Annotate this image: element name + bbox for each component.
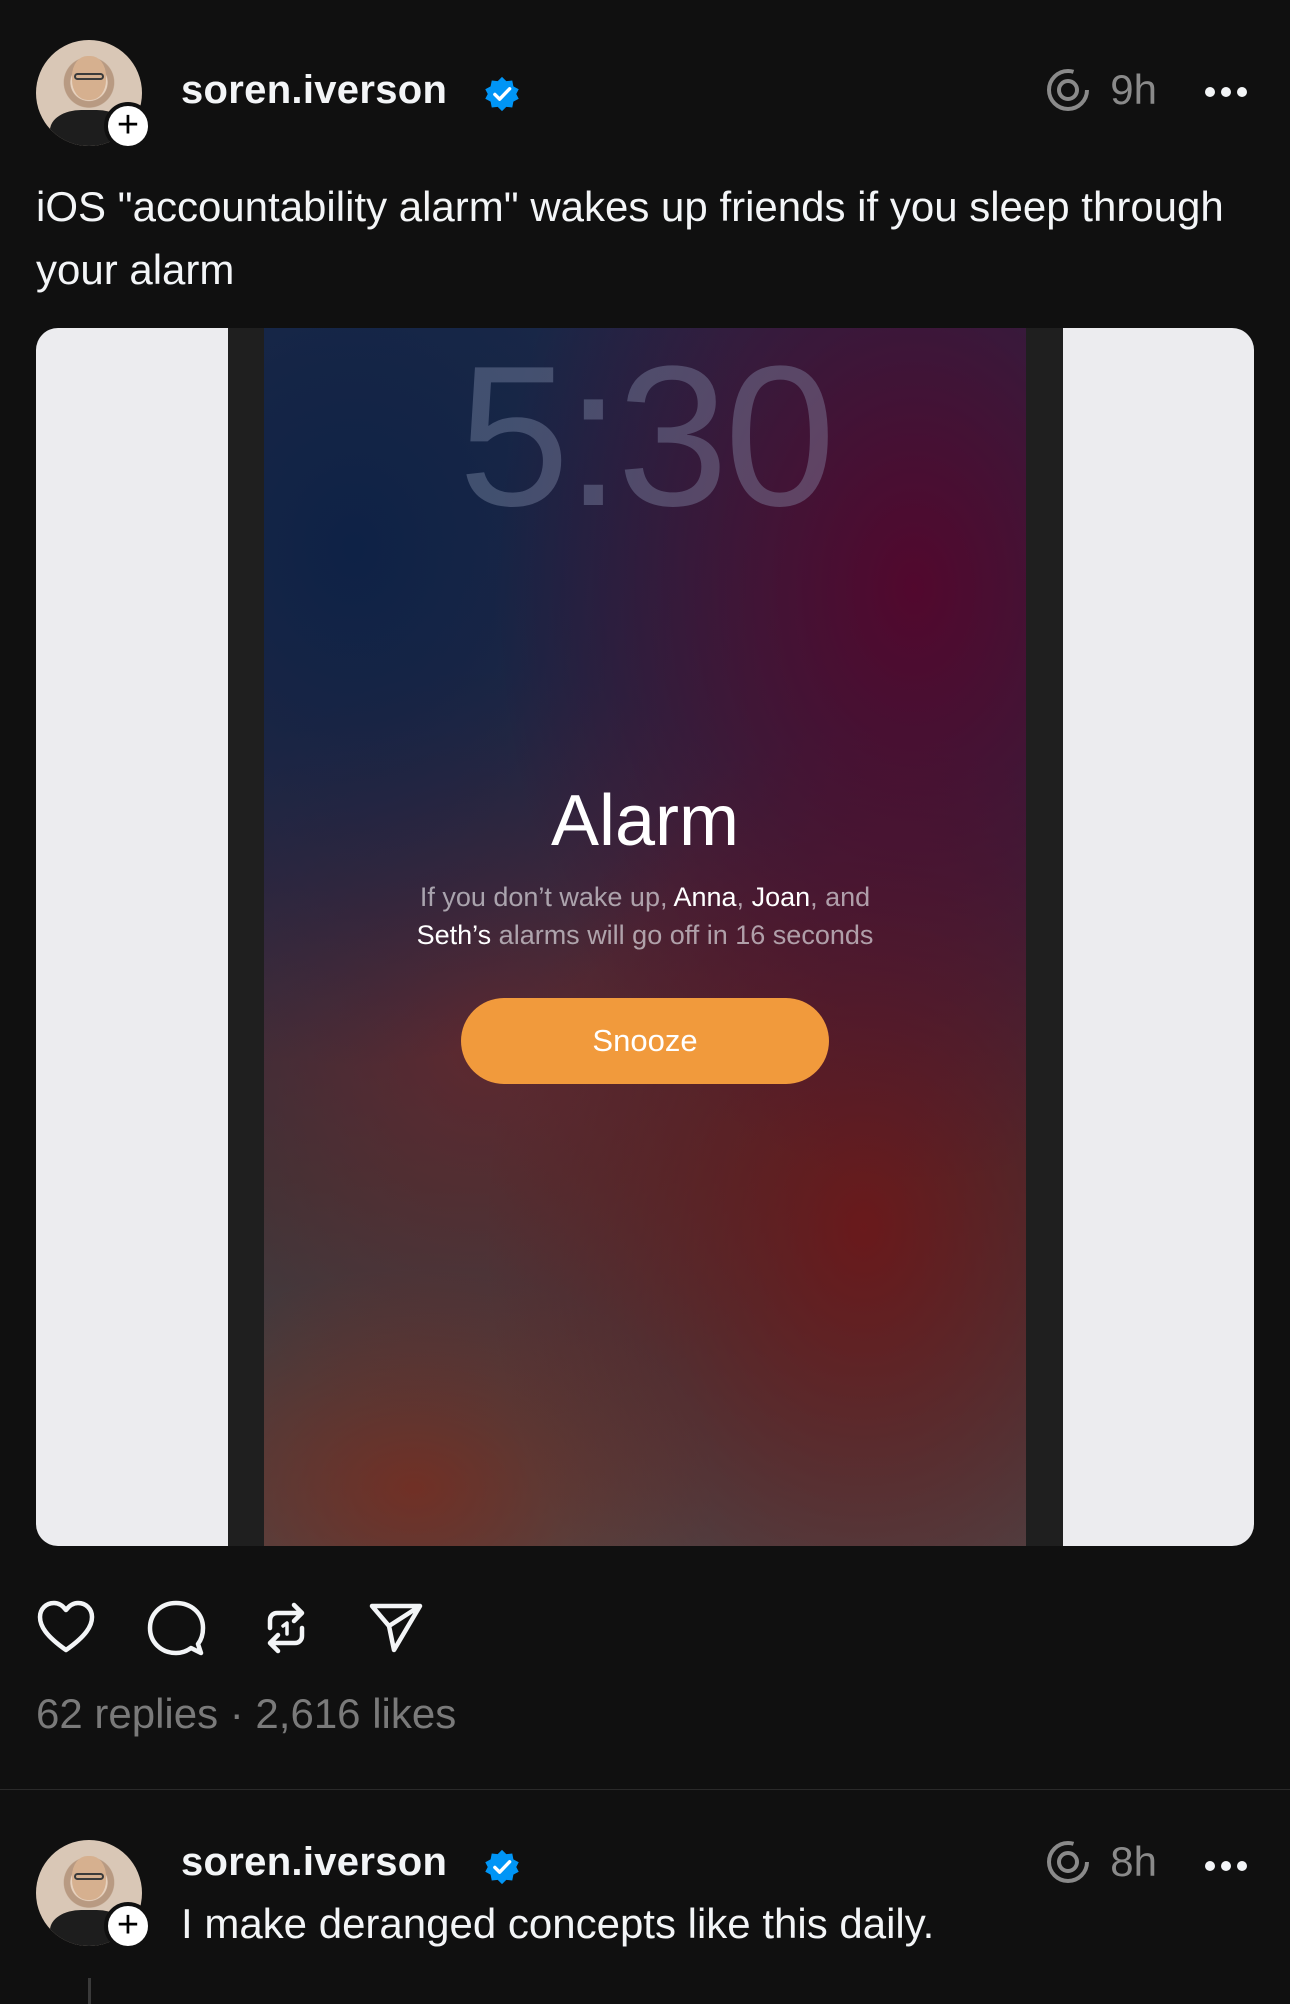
alarm-message-text: If you don’t wake up, — [419, 882, 674, 912]
post-header: + soren.iverson 9h — [0, 38, 1290, 158]
reply-time: 8h — [1110, 1838, 1157, 1885]
alarm-message-text: , — [736, 882, 752, 912]
divider — [0, 1789, 1290, 1790]
threads-logo-icon — [1047, 1841, 1090, 1883]
reply-meta: 8h — [1044, 1838, 1157, 1886]
share-send-icon[interactable] — [366, 1598, 426, 1658]
heart-icon[interactable] — [36, 1598, 96, 1658]
comment-bubble-icon[interactable] — [146, 1598, 206, 1658]
follow-button[interactable]: + — [104, 102, 152, 150]
username[interactable]: soren.iverson — [181, 1840, 447, 1885]
alarm-message-text: , and — [810, 882, 871, 912]
post-time: 9h — [1110, 66, 1157, 113]
avatar-glasses — [74, 1873, 104, 1880]
more-options-icon[interactable] — [1204, 1860, 1248, 1872]
threads-logo-icon — [1047, 69, 1090, 111]
post-image[interactable]: 5:30 Alarm If you don’t wake up, Anna, J… — [36, 328, 1254, 1546]
lock-screen-time: 5:30 — [458, 328, 835, 548]
friend-name: Seth’s — [416, 920, 492, 950]
repost-icon[interactable] — [256, 1598, 316, 1658]
friend-name: Anna — [673, 882, 737, 912]
friend-name: Joan — [751, 882, 811, 912]
follow-button[interactable]: + — [104, 1902, 152, 1950]
username[interactable]: soren.iverson — [181, 68, 447, 113]
post-actions — [36, 1598, 426, 1658]
alarm-title: Alarm — [550, 781, 739, 861]
post-text: iOS "accountability alarm" wakes up frie… — [36, 183, 1224, 293]
verified-badge-icon — [485, 76, 519, 112]
more-options-icon[interactable] — [1204, 86, 1248, 98]
post-stats[interactable]: 62 replies · 2,616 likes — [36, 1690, 456, 1738]
avatar-glasses — [74, 73, 104, 80]
verified-badge-icon — [485, 1849, 519, 1885]
post-meta: 9h — [1044, 66, 1157, 114]
reply-text: I make deranged concepts like this daily… — [181, 1900, 935, 1947]
threads-feed: + soren.iverson 9h iOS "accountability a… — [0, 0, 1290, 2004]
plus-icon: + — [116, 104, 140, 146]
alarm-message-text: alarms will go off in 16 seconds — [491, 920, 874, 950]
plus-icon: + — [116, 1904, 140, 1946]
alarm-message: If you don’t wake up, Anna, Joan, and Set… — [324, 878, 966, 954]
phone-frame: 5:30 Alarm If you don’t wake up, Anna, J… — [228, 328, 1063, 1546]
thread-line — [88, 1978, 91, 2004]
phone-screen: 5:30 Alarm If you don’t wake up, Anna, J… — [264, 328, 1026, 1546]
snooze-button: Snooze — [461, 998, 829, 1084]
